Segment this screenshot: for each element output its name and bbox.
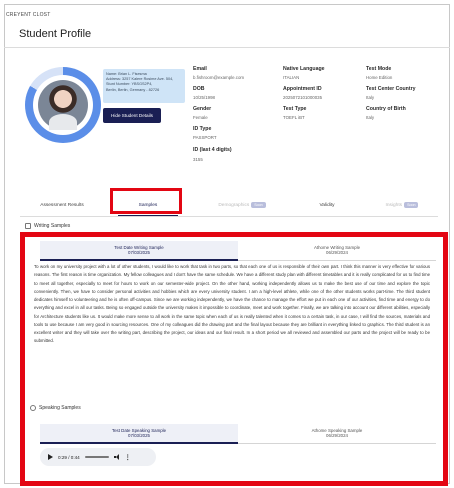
hide-student-details-button[interactable]: Hide Student Details	[103, 108, 161, 123]
appointment-id-value: 2025072101000035	[283, 95, 323, 100]
test-center-country-value: Italy	[366, 95, 375, 100]
writing-samples-title: Writing Samples	[34, 223, 71, 229]
id-type-label: ID Type	[193, 126, 212, 132]
email-label: Email	[193, 66, 207, 72]
avatar	[25, 67, 101, 143]
id-last4-label: ID (last 4 digits)	[193, 147, 232, 153]
test-type-label: Test Type	[283, 106, 307, 112]
gender-label: Gender	[193, 106, 212, 112]
soon-badge: Soon	[404, 202, 419, 208]
tab-demographics-label: Demographics	[218, 202, 250, 208]
appointment-id-label: Appointment ID	[283, 86, 322, 92]
brand-label: CREYENT CLOST	[6, 12, 51, 18]
dob-label: DOB	[193, 86, 205, 92]
tab-validity-label: Validity	[319, 202, 335, 208]
tab-assessment-results-label: Assessment Results	[40, 202, 84, 208]
tab-demographics[interactable]: Demographics Soon	[196, 195, 288, 215]
samples-tab-highlight	[110, 188, 182, 214]
profile-tabs: Assessment Results Samples Demographics …	[20, 195, 438, 217]
writing-icon	[25, 223, 31, 229]
dob-value: 10/25/1998	[193, 95, 215, 100]
tab-insights-label: Insights	[385, 202, 403, 208]
tabs-divider	[20, 216, 438, 217]
student-address: Address: 3257 Kalere Rosime Ave. 504, St…	[106, 77, 174, 87]
country-of-birth-value: Italy	[366, 115, 375, 120]
soon-badge: Soon	[251, 202, 266, 208]
gender-value: Female	[193, 115, 208, 120]
native-language-value: ITALIAN	[283, 75, 300, 80]
samples-content-highlight	[20, 232, 448, 486]
tab-validity[interactable]: Validity	[292, 195, 362, 215]
student-photo	[38, 80, 88, 130]
student-location: Berlin, Berlin, Germany - 82726	[106, 87, 160, 92]
student-info-box: Name: Brian L. Fisesma Address: 3257 Kal…	[103, 69, 185, 103]
tab-insights[interactable]: Insights Soon	[366, 195, 438, 215]
title-divider	[4, 47, 450, 48]
id-type-value: PASSPORT	[193, 135, 217, 140]
writing-samples-heading: Writing Samples	[25, 223, 70, 229]
id-last4-value: 3155	[193, 157, 203, 162]
test-type-value: TOEFL iBT	[283, 115, 305, 120]
page-title: Student Profile	[19, 28, 92, 40]
country-of-birth-label: Country of Birth	[366, 106, 406, 112]
test-mode-value: Home Edition	[366, 75, 393, 80]
native-language-label: Native Language	[283, 66, 325, 72]
email-value: b.fishroom@example.com	[193, 75, 245, 80]
avatar-frame	[33, 75, 93, 135]
test-center-country-label: Test Center Country	[366, 86, 416, 92]
tab-assessment-results[interactable]: Assessment Results	[20, 195, 104, 215]
test-mode-label: Test Mode	[366, 66, 392, 72]
